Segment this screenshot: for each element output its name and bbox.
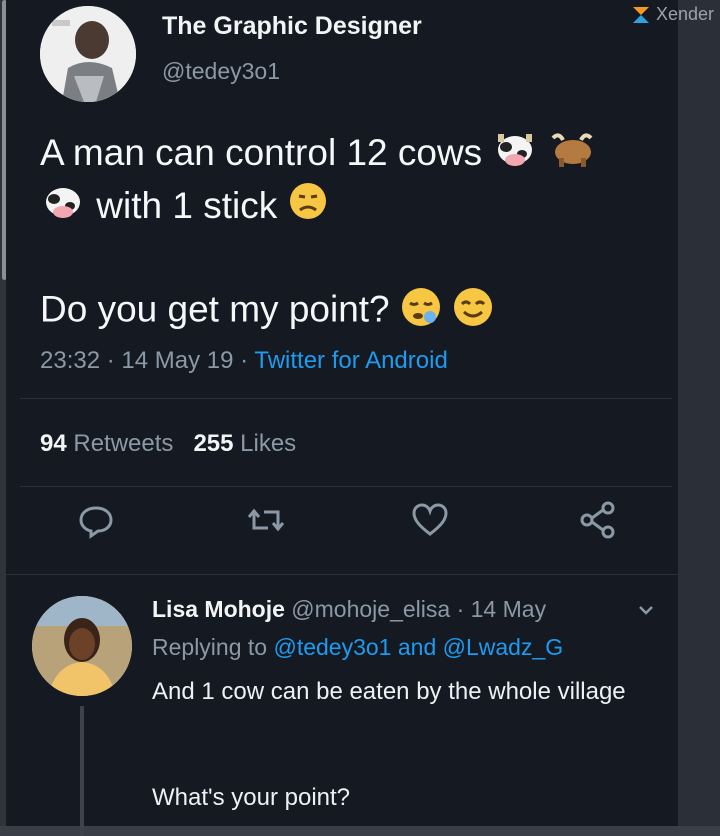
like-icon[interactable] (410, 500, 454, 544)
tweet-card: The Graphic Designer @tedey3o1 A man can… (6, 0, 678, 836)
divider (20, 486, 672, 487)
mention-and: and (397, 634, 437, 660)
cow-face-emoji (492, 130, 538, 181)
tweet-question: Do you get my point? (40, 288, 390, 330)
replying-to: Replying to @tedey3o1 and @Lwadz_G (152, 634, 563, 661)
retweets-count: 94 (40, 430, 67, 457)
author-avatar[interactable] (40, 6, 136, 102)
chevron-down-icon[interactable] (636, 600, 656, 620)
reply-author-name[interactable]: Lisa Mohoje (152, 596, 285, 622)
xender-logo-icon (632, 7, 649, 24)
thread-line (80, 706, 84, 836)
reply-author-avatar[interactable] (32, 596, 132, 696)
reply-text: And 1 cow can be eaten by the whole vill… (152, 678, 626, 705)
tweet-text-paragraph-2: Do you get my point? (40, 286, 494, 337)
tweet-text-line-1: A man can control 12 cows (40, 132, 483, 173)
divider (20, 398, 672, 399)
reply-tweet[interactable]: Lisa Mohoje @mohoje_elisa · 14 May Reply… (6, 578, 678, 836)
mention-link[interactable]: @tedey3o1 (273, 634, 391, 660)
meta-separator: · (100, 347, 122, 374)
reply-text-2: What's your point? (152, 784, 351, 811)
tweet-meta: 23:32 · 14 May 19 · Twitter for Android (40, 347, 448, 375)
likes-label: Likes (240, 430, 297, 457)
screen: The Graphic Designer @tedey3o1 A man can… (0, 0, 720, 836)
xender-watermark: Xender (631, 4, 714, 25)
reply-icon[interactable] (76, 500, 120, 544)
reply-author-photo (32, 596, 132, 696)
likes-stat[interactable]: 255 Likes (193, 430, 296, 457)
author-photo (40, 6, 136, 102)
ox-emoji (549, 130, 595, 181)
retweet-icon[interactable] (246, 500, 290, 544)
xender-label: Xender (655, 4, 714, 24)
tweet-time: 23:32 (40, 347, 101, 374)
sleepy-face-emoji (400, 286, 442, 337)
meta-separator: · (233, 347, 255, 374)
retweets-stat[interactable]: 94 Retweets (40, 430, 173, 457)
replying-to-label: Replying to (152, 634, 268, 660)
reply-date[interactable]: 14 May (471, 596, 546, 622)
tweet-source-link[interactable]: Twitter for Android (254, 347, 447, 374)
divider (6, 574, 678, 575)
relieved-face-emoji (452, 286, 494, 337)
cow-face-emoji (40, 182, 86, 233)
mention-link[interactable]: @Lwadz_G (443, 634, 564, 660)
tweet-actions (6, 500, 678, 560)
tweet-text: A man can control 12 cows with 1 stick (40, 128, 660, 234)
author-handle[interactable]: @tedey3o1 (162, 58, 280, 85)
tweet-text-line-2: with 1 stick (96, 184, 278, 226)
tweet-date[interactable]: 14 May 19 (121, 347, 233, 374)
right-edge (678, 0, 720, 826)
reply-author-handle[interactable]: @mohoje_elisa (291, 596, 450, 622)
tweet-stats: 94 Retweets 255 Likes (40, 430, 296, 458)
author-name[interactable]: The Graphic Designer (162, 12, 422, 41)
share-icon[interactable] (578, 500, 622, 544)
likes-count: 255 (193, 430, 234, 457)
retweets-label: Retweets (73, 430, 174, 457)
disappointed-face-emoji (288, 181, 328, 234)
reply-header: Lisa Mohoje @mohoje_elisa · 14 May (152, 596, 546, 623)
reply-separator: · (450, 596, 471, 622)
